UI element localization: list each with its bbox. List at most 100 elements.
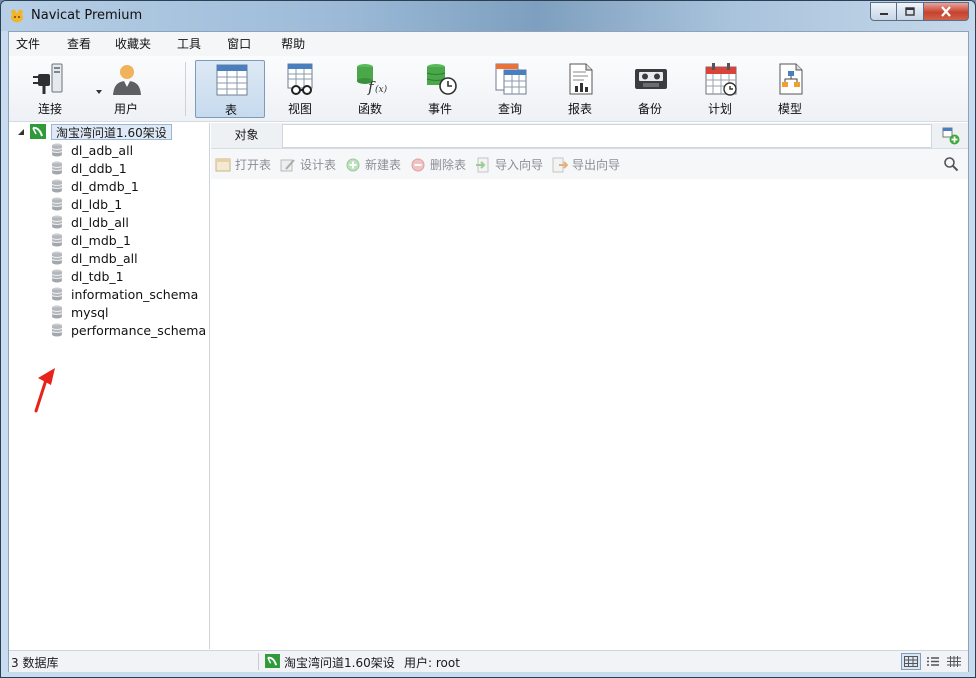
report-button[interactable]: 报表 — [545, 60, 615, 118]
tab-objects[interactable]: 对象 — [211, 123, 282, 148]
status-bar: 3 数据库 淘宝湾问道1.60架设 用户: root — [9, 650, 968, 672]
object-tab-strip — [282, 124, 932, 148]
function-icon: f (x) — [357, 64, 388, 96]
database-item[interactable]: dl_mdb_1 — [9, 231, 209, 249]
report-label: 报表 — [567, 102, 592, 116]
window-controls — [870, 2, 969, 21]
database-item[interactable]: dl_mdb_all — [9, 249, 209, 267]
database-item[interactable]: dl_dmdb_1 — [9, 177, 209, 195]
database-count: 3 数据库 — [11, 656, 59, 670]
database-icon — [51, 197, 63, 211]
database-item[interactable]: mysql — [9, 303, 209, 321]
import-wizard-button[interactable]: 导入向导 — [475, 156, 543, 173]
database-icon — [51, 215, 63, 229]
table-action-bar: 打开表 设计表 新建表 删除表 导入向导 导出向导 — [211, 149, 968, 179]
event-icon — [426, 64, 457, 95]
tree-connection-node[interactable]: 淘宝湾问道1.60架设 — [12, 123, 208, 140]
query-button[interactable]: 查询 — [475, 60, 545, 118]
new-tab-icon[interactable] — [942, 127, 960, 145]
database-item[interactable]: dl_adb_all — [9, 141, 209, 159]
backup-label: 备份 — [637, 102, 662, 116]
status-user: 用户: root — [404, 656, 460, 670]
mysql-connection-icon — [30, 124, 46, 139]
list-view-button[interactable] — [923, 653, 943, 670]
query-label: 查询 — [497, 102, 522, 116]
detail-view-button[interactable] — [944, 653, 964, 670]
query-icon — [495, 63, 527, 95]
menu-view[interactable]: 查看 — [60, 33, 98, 55]
table-button[interactable]: 表 — [195, 60, 265, 118]
database-icon — [51, 233, 63, 247]
menu-favorites[interactable]: 收藏夹 — [108, 33, 158, 55]
export-wizard-button[interactable]: 导出向导 — [552, 156, 620, 173]
database-item[interactable]: performance_schema — [9, 321, 209, 339]
collapse-triangle-icon[interactable] — [16, 127, 26, 137]
connect-button[interactable]: 连接 — [15, 60, 102, 118]
search-icon[interactable] — [943, 156, 959, 172]
database-name: dl_ddb_1 — [71, 160, 127, 176]
new-table-button[interactable]: 新建表 — [345, 156, 401, 173]
open-table-button[interactable]: 打开表 — [215, 156, 271, 173]
schedule-button[interactable]: 计划 — [685, 60, 755, 118]
database-name: mysql — [71, 304, 109, 320]
list-view-icon — [927, 657, 939, 666]
menu-help[interactable]: 帮助 — [274, 33, 312, 55]
model-icon — [779, 63, 803, 95]
model-button[interactable]: 模型 — [755, 60, 825, 118]
delete-table-button[interactable]: 删除表 — [410, 156, 466, 173]
new-table-icon — [346, 158, 360, 171]
database-name: dl_ldb_1 — [71, 196, 123, 212]
event-label: 事件 — [427, 102, 452, 116]
database-name: dl_mdb_1 — [71, 232, 131, 248]
object-list-area[interactable] — [211, 179, 968, 649]
import-wizard-label: 导入向导 — [495, 158, 544, 172]
function-button[interactable]: f (x) 函数 — [335, 60, 405, 118]
database-icon — [51, 143, 63, 157]
delete-table-icon — [411, 158, 425, 171]
database-item[interactable]: dl_ldb_all — [9, 213, 209, 231]
minimize-icon — [879, 12, 888, 15]
menu-file[interactable]: 文件 — [9, 33, 47, 55]
export-icon — [552, 157, 568, 172]
report-icon — [569, 63, 593, 95]
user-icon — [113, 65, 141, 95]
svg-text:(x): (x) — [375, 84, 388, 95]
design-table-button[interactable]: 设计表 — [280, 156, 336, 173]
close-button[interactable] — [924, 2, 969, 21]
user-label: 用户 — [113, 102, 138, 116]
database-item[interactable]: dl_ldb_1 — [9, 195, 209, 213]
database-item[interactable]: dl_tdb_1 — [9, 267, 209, 285]
user-button[interactable]: 用户 — [91, 60, 161, 118]
connect-label: 连接 — [37, 102, 62, 116]
database-item[interactable]: information_schema — [9, 285, 209, 303]
title-bar[interactable]: Navicat Premium — [1, 1, 975, 31]
backup-icon — [635, 69, 667, 89]
database-name: performance_schema — [71, 322, 207, 338]
navicat-logo-icon — [11, 9, 23, 23]
table-label: 表 — [224, 103, 237, 117]
view-label: 视图 — [287, 102, 312, 116]
open-table-icon — [215, 158, 231, 171]
menu-tools[interactable]: 工具 — [170, 33, 208, 55]
database-name: dl_tdb_1 — [71, 268, 124, 284]
menu-bar: 文件 查看 收藏夹 工具 窗口 帮助 — [9, 32, 968, 56]
connection-name[interactable]: 淘宝湾问道1.60架设 — [51, 123, 172, 140]
annotation-arrow-icon — [34, 368, 55, 413]
grid-view-button[interactable] — [901, 653, 921, 670]
database-name: information_schema — [71, 286, 199, 302]
database-icon — [51, 179, 63, 193]
menu-window[interactable]: 窗口 — [220, 33, 258, 55]
backup-button[interactable]: 备份 — [615, 60, 685, 118]
database-icon — [51, 305, 63, 319]
view-button[interactable]: 视图 — [265, 60, 335, 118]
minimize-button[interactable] — [870, 2, 897, 21]
client-area: 文件 查看 收藏夹 工具 窗口 帮助 连接 用户 表 视图 f (x) 函数 事… — [8, 31, 969, 672]
main-toolbar: 连接 用户 表 视图 f (x) 函数 事件 查询 报表 备份 计划 模型 — [9, 56, 968, 122]
database-item[interactable]: dl_ddb_1 — [9, 159, 209, 177]
database-icon — [51, 269, 63, 283]
schedule-label: 计划 — [707, 102, 732, 116]
maximize-button[interactable] — [897, 2, 924, 21]
database-list: dl_adb_all dl_ddb_1 dl_dmdb_1 dl_ldb_1 d… — [9, 141, 209, 339]
event-button[interactable]: 事件 — [405, 60, 475, 118]
view-icon — [287, 63, 313, 95]
